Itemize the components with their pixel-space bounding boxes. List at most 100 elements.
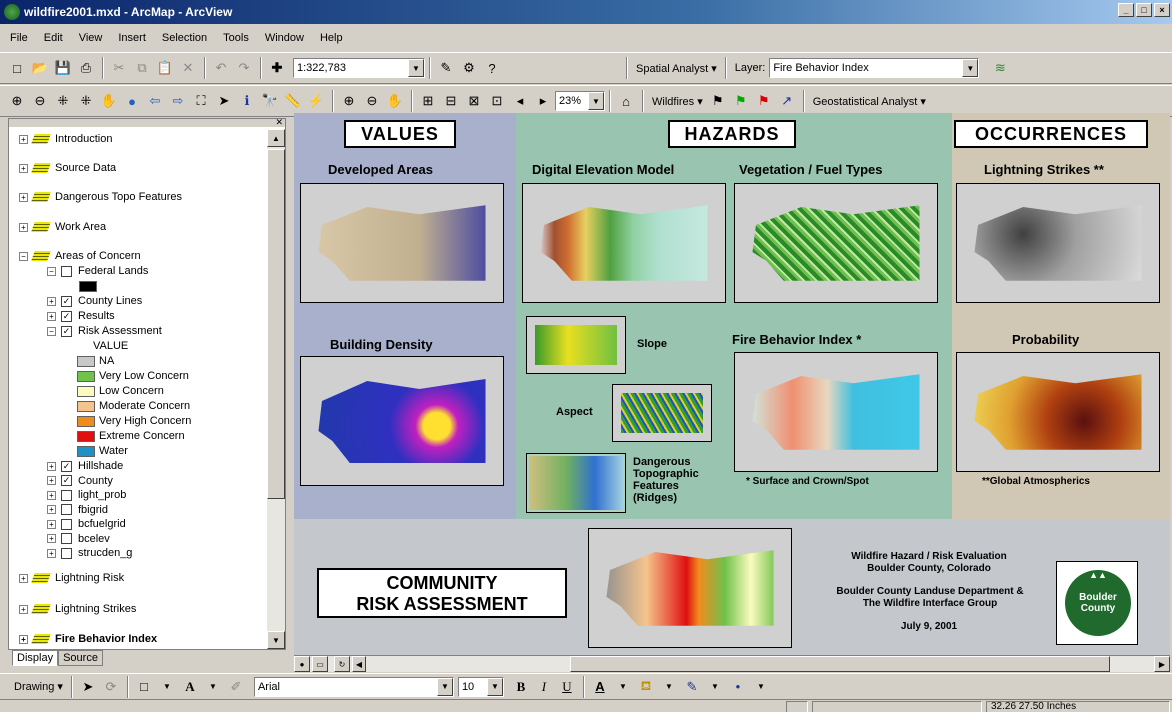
layout-view-icon[interactable]: ▭: [312, 656, 328, 672]
toc-group-source-data[interactable]: + Source Data: [19, 160, 116, 176]
green-flag-icon[interactable]: ⚑: [730, 90, 752, 112]
toc-layer-risk-assessment[interactable]: − ✓ Risk Assessment: [47, 323, 162, 339]
fire-direction-icon[interactable]: ↗: [776, 90, 798, 112]
bold-icon[interactable]: B: [510, 676, 532, 698]
expand-icon[interactable]: +: [47, 476, 56, 485]
legend-item[interactable]: Extreme Concern: [77, 428, 185, 444]
select-elements-icon[interactable]: ➤: [77, 676, 99, 698]
cut-icon[interactable]: ✂: [108, 57, 130, 79]
legend-item[interactable]: NA: [77, 353, 114, 369]
layer-checkbox[interactable]: ✓: [61, 325, 72, 337]
menu-help[interactable]: Help: [318, 31, 345, 45]
expand-icon[interactable]: +: [47, 534, 56, 543]
tab-source[interactable]: Source: [58, 650, 103, 666]
chevron-down-icon[interactable]: ▼: [156, 676, 178, 698]
chevron-down-icon[interactable]: ▼: [486, 677, 503, 696]
menu-tools[interactable]: Tools: [221, 31, 251, 45]
underline-icon[interactable]: U: [556, 676, 578, 698]
menu-edit[interactable]: Edit: [42, 31, 65, 45]
pan-icon[interactable]: ✋: [98, 90, 120, 112]
zoom-out-page-icon[interactable]: ⊖: [361, 90, 383, 112]
rotate-icon[interactable]: ⟳: [100, 676, 122, 698]
legend-item[interactable]: Low Concern: [77, 383, 164, 399]
expand-icon[interactable]: +: [47, 296, 56, 306]
full-extent-icon[interactable]: ●: [121, 90, 143, 112]
find-icon[interactable]: 🔭: [259, 90, 281, 112]
collapse-icon[interactable]: −: [19, 251, 28, 261]
layout-zoom-in-icon[interactable]: ⊞: [417, 90, 439, 112]
toggle-draft-icon[interactable]: ⌂: [615, 90, 637, 112]
contour-icon[interactable]: ≋: [989, 57, 1011, 79]
toc-layer-strucden-g[interactable]: + strucden_g: [47, 545, 132, 561]
expand-icon[interactable]: +: [19, 163, 28, 173]
fire-tool-icon[interactable]: ⚑: [707, 90, 729, 112]
chevron-down-icon[interactable]: ▼: [588, 92, 604, 110]
line-color-icon[interactable]: ✎: [681, 676, 703, 698]
layout-view[interactable]: VALUES HAZARDS OCCURRENCES Developed Are…: [294, 113, 1170, 655]
toc-group-work-area[interactable]: + Work Area: [19, 219, 106, 235]
toc-group-dangerous-topo[interactable]: + Dangerous Topo Features: [19, 189, 182, 205]
collapse-icon[interactable]: −: [47, 326, 56, 336]
fill-color-icon[interactable]: ⛾: [635, 676, 657, 698]
paste-icon[interactable]: 📋: [154, 57, 176, 79]
font-size-select[interactable]: 10 ▼: [457, 676, 504, 697]
layer-checkbox[interactable]: ✓: [61, 475, 72, 486]
zoom-whole-page-icon[interactable]: ⊕: [338, 90, 360, 112]
font-color-icon[interactable]: A: [589, 676, 611, 698]
minimize-button[interactable]: _: [1118, 3, 1134, 17]
whats-this-icon[interactable]: ?: [481, 57, 503, 79]
expand-icon[interactable]: +: [47, 461, 56, 471]
toc-group-lightning-strikes[interactable]: + Lightning Strikes: [19, 601, 136, 617]
layer-checkbox[interactable]: ✓: [61, 295, 72, 307]
layer-checkbox[interactable]: [61, 518, 72, 530]
scroll-right-icon[interactable]: ▶: [1154, 656, 1170, 672]
refresh-icon[interactable]: ↻: [334, 656, 350, 672]
layout-back-icon[interactable]: ◂: [509, 90, 531, 112]
toc-layer-federal-lands[interactable]: − Federal Lands: [47, 263, 148, 279]
layer-checkbox[interactable]: [61, 265, 72, 277]
select-features-icon[interactable]: ⛶: [190, 90, 212, 112]
toc-layer-county-lines[interactable]: + ✓ County Lines: [47, 293, 142, 309]
data-view-icon[interactable]: ●: [294, 656, 310, 672]
expand-icon[interactable]: +: [19, 634, 28, 644]
forward-icon[interactable]: ⇨: [167, 90, 189, 112]
drawing-menu[interactable]: Drawing ▾: [10, 680, 67, 693]
toc-group-fire-behavior-index[interactable]: + Fire Behavior Index: [19, 631, 157, 647]
close-icon[interactable]: ✕: [275, 117, 283, 128]
expand-icon[interactable]: +: [47, 490, 56, 500]
undo-icon[interactable]: ↶: [210, 57, 232, 79]
map-scale-input[interactable]: 1:322,783 ▼: [293, 58, 425, 78]
zoom-percent-select[interactable]: 23% ▼: [555, 91, 605, 111]
layer-select[interactable]: Fire Behavior Index ▼: [769, 58, 980, 78]
font-select[interactable]: Arial ▼: [253, 676, 454, 697]
expand-icon[interactable]: +: [19, 192, 28, 202]
arctoolbox-icon[interactable]: ⚙: [458, 57, 480, 79]
zoom-whole-icon[interactable]: ⊠: [463, 90, 485, 112]
collapse-icon[interactable]: −: [47, 266, 56, 276]
new-text-icon[interactable]: A: [179, 676, 201, 698]
chevron-down-icon[interactable]: ▼: [408, 59, 424, 77]
layer-checkbox[interactable]: ✓: [61, 460, 72, 472]
expand-icon[interactable]: +: [19, 134, 28, 144]
chevron-down-icon[interactable]: ▼: [202, 676, 224, 698]
chevron-down-icon[interactable]: ▼: [750, 676, 772, 698]
layer-checkbox[interactable]: ✓: [61, 310, 72, 322]
marker-color-icon[interactable]: •: [727, 676, 749, 698]
close-button[interactable]: ×: [1154, 3, 1170, 17]
wildfires-menu[interactable]: Wildfires ▾: [648, 95, 707, 108]
measure-icon[interactable]: 📏: [282, 90, 304, 112]
layer-checkbox[interactable]: [61, 533, 72, 544]
menu-insert[interactable]: Insert: [116, 31, 148, 45]
menu-window[interactable]: Window: [263, 31, 306, 45]
edit-vertices-icon[interactable]: ✐: [225, 676, 247, 698]
layout-forward-icon[interactable]: ▸: [532, 90, 554, 112]
geostatistical-analyst-menu[interactable]: Geostatistical Analyst ▾: [809, 95, 930, 108]
scroll-left-icon[interactable]: ◀: [352, 656, 366, 672]
print-icon[interactable]: ⎙: [75, 57, 97, 79]
editor-icon[interactable]: ✎: [435, 57, 457, 79]
spatial-analyst-menu[interactable]: Spatial Analyst ▾: [632, 62, 721, 75]
zoom-out-icon[interactable]: ⊖: [29, 90, 51, 112]
toc-group-areas-of-concern[interactable]: − Areas of Concern: [19, 248, 141, 264]
save-icon[interactable]: 💾: [52, 57, 74, 79]
layer-checkbox[interactable]: [61, 547, 72, 559]
